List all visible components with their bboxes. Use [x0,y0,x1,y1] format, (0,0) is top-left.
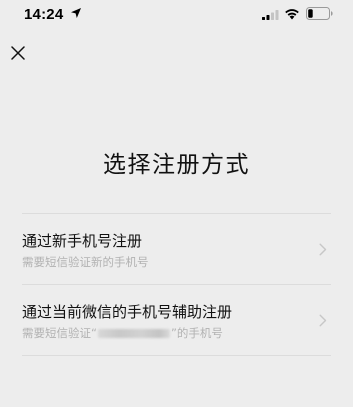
status-bar: 14:24 [0,0,353,30]
register-with-current-wechat-phone-option[interactable]: 通过当前微信的手机号辅助注册 需要短信验证“ ”的手机号 [22,285,331,355]
status-time: 14:24 [24,6,64,23]
wifi-icon [285,9,299,20]
close-button[interactable] [6,40,32,66]
location-arrow-icon [71,8,81,18]
subtitle-prefix: 需要短信验证“ [22,326,97,340]
masked-phone-number [97,329,170,338]
option-title: 通过新手机号注册 [22,232,143,250]
cellular-signal-icon [262,10,279,20]
register-with-new-phone-option[interactable]: 通过新手机号注册 需要短信验证新的手机号 [22,214,331,284]
option-subtitle: 需要短信验证“ ”的手机号 [22,325,223,341]
chevron-right-icon [319,243,327,256]
subtitle-suffix: ”的手机号 [170,326,223,340]
page-title: 选择注册方式 [103,152,250,178]
close-icon [11,46,25,60]
registration-options-list: 通过新手机号注册 需要短信验证新的手机号 通过当前微信的手机号辅助注册 需要短信… [22,213,331,356]
battery-low-icon [306,7,333,20]
option-title: 通过当前微信的手机号辅助注册 [22,303,233,321]
option-subtitle: 需要短信验证新的手机号 [22,255,149,269]
divider [22,355,331,356]
chevron-right-icon [319,314,327,327]
